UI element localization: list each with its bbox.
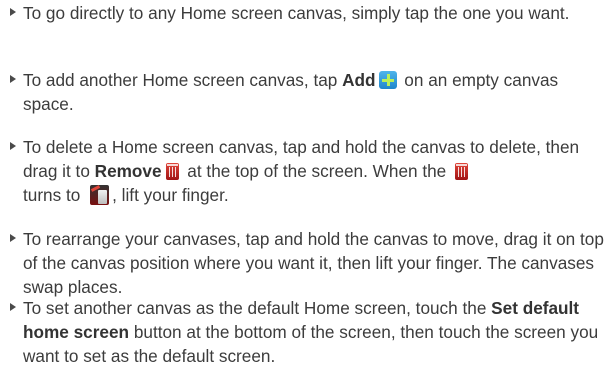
item-text: turns to (23, 185, 86, 205)
list-item: To add another Home screen canvas, tap A… (0, 68, 606, 116)
bullet-triangle-icon (10, 142, 16, 150)
item-text: To rearrange your canvases, tap and hold… (23, 229, 604, 297)
bullet-triangle-icon (10, 75, 16, 83)
trash-icon (165, 163, 179, 180)
list-item: To rearrange your canvases, tap and hold… (0, 227, 606, 299)
item-text: To go directly to any Home screen canvas… (23, 3, 570, 23)
bullet-triangle-icon (10, 8, 16, 16)
add-icon (378, 71, 397, 89)
list-item-text: To go directly to any Home screen canvas… (23, 1, 606, 25)
list-item: To set another canvas as the default Hom… (0, 296, 606, 368)
bullet-triangle-icon (10, 234, 16, 242)
add-label: Add (342, 70, 376, 90)
item-text: , lift your finger. (112, 185, 229, 205)
list-item-text: To set another canvas as the default Hom… (23, 296, 606, 368)
list-item-text: To delete a Home screen canvas, tap and … (23, 135, 606, 207)
bullet-triangle-icon (10, 303, 16, 311)
trash-icon (455, 163, 469, 180)
list-item: To delete a Home screen canvas, tap and … (0, 135, 606, 207)
list-item-text: To rearrange your canvases, tap and hold… (23, 227, 606, 299)
item-text: To set another canvas as the default Hom… (23, 298, 492, 318)
list-item: To go directly to any Home screen canvas… (0, 1, 606, 25)
trash-open-icon (90, 185, 110, 205)
item-text: at the top of the screen. When the (182, 161, 452, 181)
list-item-text: To add another Home screen canvas, tap A… (23, 68, 606, 116)
item-text: To add another Home screen canvas, tap (23, 70, 343, 90)
remove-label: Remove (94, 161, 162, 181)
